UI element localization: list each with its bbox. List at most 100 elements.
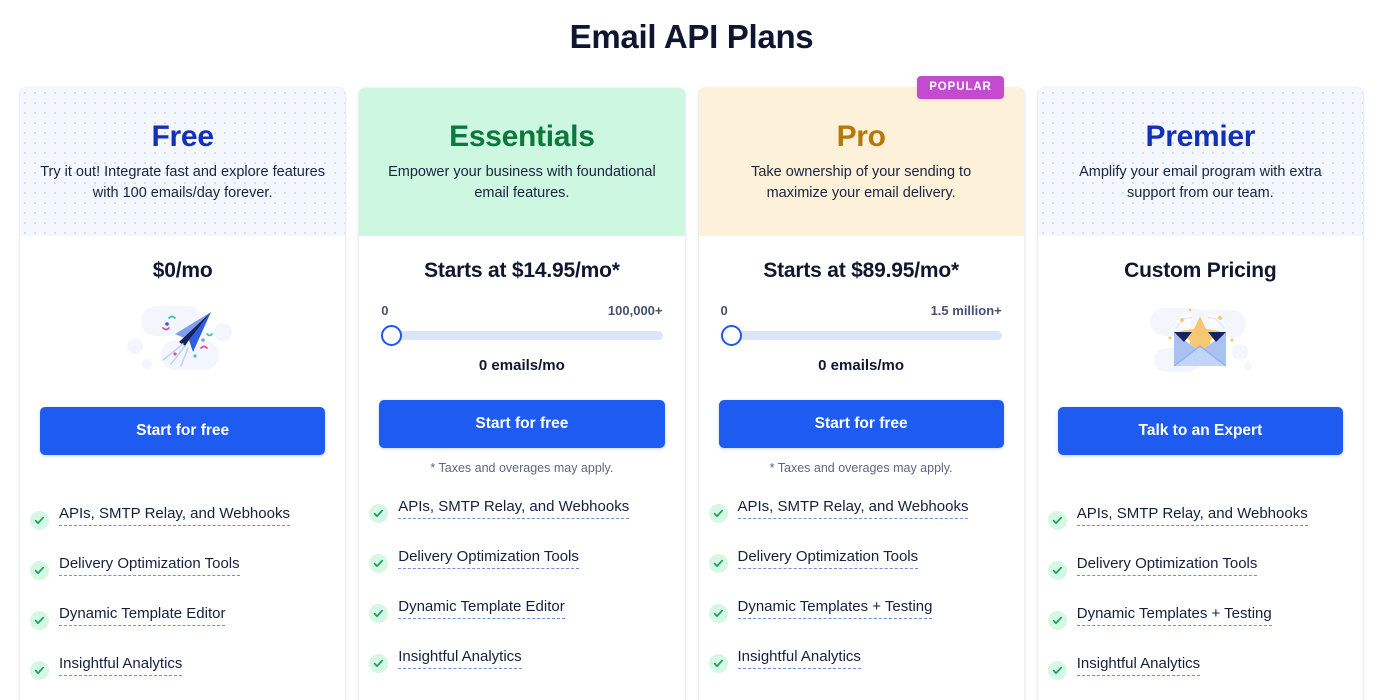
- feature-item[interactable]: Delivery Optimization Tools: [369, 545, 672, 574]
- pricing-page: Email API Plans Free Try it out! Integra…: [0, 0, 1383, 700]
- card-body-premier: Custom Pricing Talk to an Expert: [1038, 236, 1363, 484]
- feature-label[interactable]: Delivery Optimization Tools: [737, 545, 919, 570]
- feature-item[interactable]: Insightful Analytics: [708, 645, 1012, 674]
- slider-min-label: 0: [720, 303, 728, 319]
- plan-description-essentials: Empower your business with foundational …: [388, 163, 656, 202]
- card-body-free: $0/mo Start for free: [20, 236, 345, 484]
- feature-item[interactable]: Delivery Optimization Tools: [30, 552, 333, 581]
- slider-track-wrap[interactable]: [720, 324, 1002, 347]
- feature-list-premier: APIs, SMTP Relay, and Webhooks Delivery …: [1038, 502, 1363, 700]
- envelope-star-illustration: [1058, 289, 1343, 383]
- volume-slider-essentials[interactable]: 0 100,000+ 0 emails/mo: [379, 303, 664, 374]
- cta-wrap-essentials: Start for free: [379, 400, 665, 449]
- check-icon: [1047, 611, 1067, 631]
- slider-max-label: 100,000+: [607, 303, 663, 319]
- start-for-free-button-free[interactable]: Start for free: [40, 407, 326, 456]
- pricing-card-grid: Free Try it out! Integrate fast and expl…: [20, 76, 1363, 700]
- check-icon: [369, 654, 389, 674]
- feature-label[interactable]: Delivery Optimization Tools: [1076, 552, 1258, 577]
- slider-max-label: 1.5 million+: [930, 303, 1002, 319]
- slider-thumb[interactable]: [720, 325, 742, 347]
- check-icon: [30, 611, 49, 631]
- feature-label[interactable]: Insightful Analytics: [398, 645, 522, 670]
- check-icon: [708, 654, 728, 674]
- slider-end-labels: 0 100,000+: [381, 303, 662, 318]
- slider-min-label: 0: [381, 303, 389, 319]
- check-icon: [369, 554, 389, 574]
- popular-badge: POPULAR: [917, 76, 1004, 99]
- check-icon: [30, 511, 49, 531]
- feature-label[interactable]: APIs, SMTP Relay, and Webhooks: [737, 495, 969, 520]
- feature-label[interactable]: Dynamic Templates + Testing: [1076, 602, 1272, 627]
- slider-track[interactable]: [720, 330, 1002, 340]
- feature-item[interactable]: APIs, SMTP Relay, and Webhooks: [369, 495, 672, 524]
- cta-wrap-free: Start for free: [40, 407, 326, 456]
- card-header-premier: Premier Amplify your email program with …: [1037, 88, 1363, 236]
- check-icon: [1047, 561, 1067, 581]
- slider-track-wrap[interactable]: [381, 324, 663, 347]
- card-header-essentials: Essentials Empower your business with fo…: [359, 88, 685, 236]
- feature-item[interactable]: APIs, SMTP Relay, and Webhooks: [708, 495, 1012, 524]
- feature-label[interactable]: APIs, SMTP Relay, and Webhooks: [398, 495, 630, 520]
- volume-slider-pro[interactable]: 0 1.5 million+ 0 emails/mo: [719, 303, 1004, 374]
- feature-list-essentials: APIs, SMTP Relay, and Webhooks Delivery …: [359, 495, 684, 700]
- feature-item[interactable]: Insightful Analytics: [369, 645, 672, 674]
- card-header-free: Free Try it out! Integrate fast and expl…: [20, 88, 346, 236]
- feature-item[interactable]: Insightful Analytics: [30, 652, 333, 681]
- plan-description-free: Try it out! Integrate fast and explore f…: [40, 163, 326, 202]
- plan-price-pro: Starts at $89.95/mo*: [763, 259, 959, 282]
- start-for-free-button-pro[interactable]: Start for free: [718, 400, 1004, 449]
- slider-end-labels: 0 1.5 million+: [721, 303, 1002, 318]
- plan-price-free: $0/mo: [152, 259, 213, 282]
- check-icon: [369, 604, 389, 624]
- feature-label[interactable]: Delivery Optimization Tools: [59, 552, 240, 577]
- cta-wrap-pro: Start for free: [718, 400, 1004, 449]
- feature-item[interactable]: APIs, SMTP Relay, and Webhooks: [1047, 502, 1351, 531]
- start-for-free-button-essentials[interactable]: Start for free: [379, 400, 665, 449]
- feature-item[interactable]: Insightful Analytics: [1047, 652, 1351, 681]
- feature-item[interactable]: APIs, SMTP Relay, and Webhooks: [30, 502, 333, 531]
- tax-note-essentials: * Taxes and overages may apply.: [430, 461, 614, 476]
- card-body-essentials: Starts at $14.95/mo* 0 100,000+ 0 emails…: [359, 236, 684, 477]
- feature-list-free: APIs, SMTP Relay, and Webhooks Delivery …: [20, 502, 345, 700]
- check-icon: [708, 504, 728, 524]
- feature-item[interactable]: Dynamic Templates + Testing: [708, 595, 1012, 624]
- check-icon: [1047, 511, 1067, 531]
- feature-item[interactable]: Delivery Optimization Tools: [708, 545, 1012, 574]
- check-icon: [30, 561, 49, 581]
- feature-label[interactable]: Insightful Analytics: [59, 652, 183, 677]
- pricing-card-free: Free Try it out! Integrate fast and expl…: [20, 88, 346, 700]
- tax-note-premier: [1058, 468, 1343, 484]
- slider-value-label: 0 emails/mo: [818, 357, 905, 375]
- check-icon: [1047, 661, 1067, 681]
- feature-label[interactable]: Insightful Analytics: [1076, 652, 1201, 677]
- feature-label[interactable]: Dynamic Template Editor: [59, 602, 226, 627]
- feature-label[interactable]: Dynamic Templates + Testing: [737, 595, 933, 620]
- feature-label[interactable]: Dynamic Template Editor: [398, 595, 565, 620]
- page-title: Email API Plans: [569, 18, 814, 55]
- pricing-card-pro: POPULAR Pro Take ownership of your sendi…: [698, 76, 1024, 700]
- tax-note-pro: * Taxes and overages may apply.: [769, 461, 953, 476]
- feature-label[interactable]: Insightful Analytics: [737, 645, 861, 670]
- pricing-card-essentials: Essentials Empower your business with fo…: [359, 88, 685, 700]
- feature-item[interactable]: Dynamic Templates + Testing: [1047, 602, 1351, 631]
- card-header-pro: Pro Take ownership of your sending to ma…: [698, 88, 1024, 236]
- talk-to-an-expert-button[interactable]: Talk to an Expert: [1057, 407, 1343, 456]
- feature-item[interactable]: Dynamic Template Editor: [30, 602, 333, 631]
- slider-value-label: 0 emails/mo: [478, 357, 565, 375]
- slider-track[interactable]: [381, 330, 663, 340]
- check-icon: [708, 554, 728, 574]
- plan-name-free: Free: [151, 120, 214, 153]
- cta-wrap-premier: Talk to an Expert: [1057, 407, 1343, 456]
- feature-label[interactable]: APIs, SMTP Relay, and Webhooks: [1076, 502, 1308, 527]
- plan-price-premier: Custom Pricing: [1124, 259, 1277, 282]
- plan-name-essentials: Essentials: [449, 120, 595, 153]
- feature-item[interactable]: Delivery Optimization Tools: [1047, 552, 1351, 581]
- slider-thumb[interactable]: [381, 325, 403, 347]
- feature-list-pro: APIs, SMTP Relay, and Webhooks Delivery …: [699, 495, 1024, 700]
- tax-note-free: [40, 468, 325, 484]
- feature-item[interactable]: Dynamic Template Editor: [369, 595, 672, 624]
- feature-label[interactable]: APIs, SMTP Relay, and Webhooks: [59, 502, 290, 527]
- feature-label[interactable]: Delivery Optimization Tools: [398, 545, 579, 570]
- plan-name-pro: Pro: [836, 120, 886, 153]
